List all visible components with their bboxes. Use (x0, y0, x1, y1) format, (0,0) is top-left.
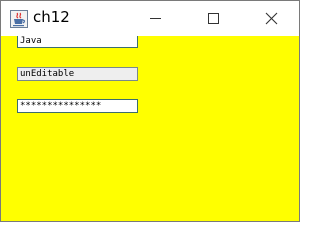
text-field-uneditable: unEditable (17, 67, 138, 81)
minimize-icon (149, 18, 161, 19)
password-field[interactable]: *************** (17, 99, 138, 113)
minimize-button[interactable] (132, 1, 178, 36)
text-field-java[interactable]: Java (17, 36, 138, 48)
close-icon (265, 12, 277, 25)
title-bar[interactable]: ch12 (1, 1, 299, 36)
maximize-button[interactable] (190, 1, 236, 36)
java-cup-icon (10, 10, 28, 28)
content-panel: Java unEditable *************** (1, 36, 299, 221)
window-title: ch12 (33, 8, 70, 26)
close-button[interactable] (248, 1, 294, 36)
maximize-icon (207, 13, 219, 24)
app-window: ch12 Java unEditable *************** (0, 0, 300, 222)
